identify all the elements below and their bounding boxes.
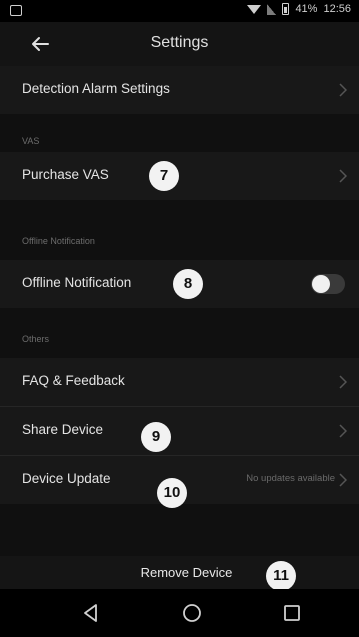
page-title: Settings xyxy=(150,34,209,51)
annotation-badge-11: 11 xyxy=(266,561,296,591)
toggle-knob xyxy=(312,275,330,293)
detection-alarm-settings-row[interactable]: Detection Alarm Settings xyxy=(0,66,359,114)
signal-icon xyxy=(267,3,277,15)
device-update-status: No updates available xyxy=(246,473,335,484)
device-update-label: Device Update xyxy=(22,471,111,486)
navigation-bar xyxy=(0,589,359,637)
chevron-right-icon xyxy=(339,473,347,487)
header: Settings xyxy=(0,22,359,66)
annotation-badge-10: 10 xyxy=(157,478,187,508)
purchase-vas-row[interactable]: Purchase VAS xyxy=(0,152,359,200)
faq-feedback-row[interactable]: FAQ & Feedback xyxy=(0,358,359,406)
share-device-label: Share Device xyxy=(22,422,104,437)
offline-notification-toggle[interactable] xyxy=(311,274,345,294)
notification-icon xyxy=(10,5,22,16)
settings-list: Detection Alarm Settings VAS Purchase VA… xyxy=(0,66,359,591)
battery-icon xyxy=(282,3,290,15)
home-circle-icon[interactable] xyxy=(180,601,204,625)
offline-notification-label: Offline Notification xyxy=(22,275,132,290)
remove-device-label: Remove Device xyxy=(140,565,233,580)
section-header-vas: VAS xyxy=(22,136,40,146)
section-header-offline: Offline Notification xyxy=(22,236,95,246)
status-icons: 41% 12:56 xyxy=(247,3,351,15)
chevron-right-icon xyxy=(339,83,347,97)
chevron-right-icon xyxy=(339,169,347,183)
remove-device-button[interactable]: Remove Device xyxy=(0,556,359,589)
battery-percent: 41% xyxy=(295,3,318,15)
section-header-others: Others xyxy=(22,334,50,344)
status-time: 12:56 xyxy=(323,3,351,15)
wifi-icon xyxy=(247,4,262,14)
share-device-row[interactable]: Share Device xyxy=(0,407,359,455)
annotation-badge-9: 9 xyxy=(141,422,171,452)
purchase-vas-label: Purchase VAS xyxy=(22,167,109,182)
detection-alarm-settings-label: Detection Alarm Settings xyxy=(22,81,170,96)
recents-square-icon[interactable] xyxy=(280,601,304,625)
chevron-right-icon xyxy=(339,375,347,389)
annotation-badge-8: 8 xyxy=(173,269,203,299)
status-bar: 41% 12:56 xyxy=(0,0,359,22)
faq-feedback-label: FAQ & Feedback xyxy=(22,373,125,388)
back-triangle-icon[interactable] xyxy=(79,601,103,625)
chevron-right-icon xyxy=(339,424,347,438)
annotation-badge-7: 7 xyxy=(149,161,179,191)
